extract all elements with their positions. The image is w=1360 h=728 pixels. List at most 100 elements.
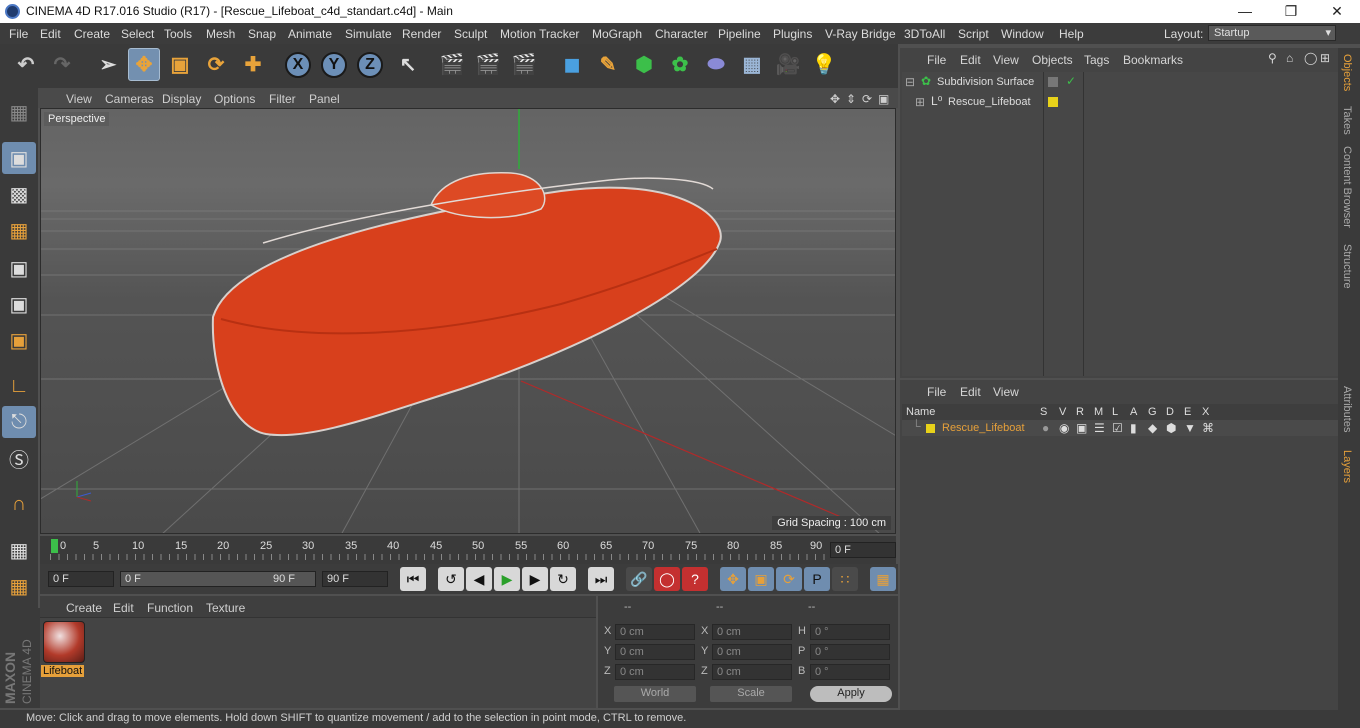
menu-render[interactable]: Render [402, 27, 441, 41]
z-axis-lock-button[interactable]: Z [354, 48, 386, 81]
motion-record-icon[interactable]: 🔗 [626, 567, 652, 591]
object-menu-objects[interactable]: Objects [1032, 53, 1073, 67]
render-clapper-icon[interactable]: ▣ [1076, 421, 1087, 435]
key-point-level-icon[interactable]: ∷ [832, 567, 858, 591]
home-icon[interactable]: ⌂ [1286, 51, 1293, 65]
expression-icon[interactable]: ▼ [1184, 421, 1196, 435]
tab-takes[interactable]: Takes [1341, 106, 1353, 135]
scale-z-field[interactable]: 0 cm [712, 664, 792, 680]
layer-color-swatch[interactable] [1048, 97, 1058, 107]
object-menu-file[interactable]: File [927, 53, 946, 67]
view-eye-icon[interactable]: ◉ [1059, 421, 1069, 435]
edges-mode-icon[interactable]: ▣ [2, 288, 36, 320]
apply-button[interactable]: Apply [810, 686, 892, 702]
scale-y-field[interactable]: 0 cm [712, 644, 792, 660]
menu-snap[interactable]: Snap [248, 27, 276, 41]
rotation-h-field[interactable]: 0 ° [810, 624, 890, 640]
object-menu-bookmarks[interactable]: Bookmarks [1123, 53, 1183, 67]
tweak-mode-icon[interactable]: ⎋ [2, 406, 36, 438]
viewport-menu-filter[interactable]: Filter [269, 92, 296, 106]
goto-start-icon[interactable]: ⏮ [400, 567, 426, 591]
camera-icon[interactable]: 🎥 [772, 48, 804, 81]
position-x-field[interactable]: 0 cm [615, 624, 695, 640]
transform-tool-icon[interactable]: ✚ [237, 48, 269, 81]
3d-viewport[interactable]: Perspective Grid Spacing : 100 cm [40, 108, 896, 534]
search-icon[interactable]: ⚲ [1268, 51, 1277, 65]
position-y-field[interactable]: 0 cm [615, 644, 695, 660]
live-selection-icon[interactable]: ➢ [92, 48, 124, 81]
tab-attributes[interactable]: Attributes [1341, 386, 1353, 432]
scale-x-field[interactable]: 0 cm [712, 624, 792, 640]
render-picture-viewer-icon[interactable]: 🎬 [472, 48, 504, 81]
material-thumbnail[interactable] [43, 621, 85, 663]
tab-content-browser[interactable]: Content Browser [1341, 146, 1353, 228]
x-axis-lock-button[interactable]: X [282, 48, 314, 81]
close-icon[interactable]: ✕ [1314, 0, 1360, 23]
viewport-menu-view[interactable]: View [66, 92, 92, 106]
model-mode-icon[interactable]: ▣ [2, 142, 36, 174]
minimize-icon[interactable]: — [1222, 0, 1268, 23]
deformer-icon[interactable]: ⬢ [1166, 421, 1176, 435]
timeline-ruler[interactable]: 0 5 10 15 20 25 30 35 40 45 50 55 60 65 … [40, 536, 896, 564]
playhead-marker[interactable] [51, 539, 58, 553]
floor-icon[interactable]: ▦ [736, 48, 768, 81]
viewport-menu-cameras[interactable]: Cameras [105, 92, 154, 106]
texture-mode-icon[interactable]: ▩ [2, 178, 36, 210]
menu-motion-tracker[interactable]: Motion Tracker [500, 27, 579, 41]
layer-menu-edit[interactable]: Edit [960, 385, 981, 399]
menu-3dtoall[interactable]: 3DToAll [904, 27, 945, 41]
snapping-icon[interactable]: Ⓢ [2, 442, 36, 474]
subdivision-surface-icon[interactable]: ⬢ [628, 48, 660, 81]
menu-help[interactable]: Help [1059, 27, 1084, 41]
expand-icon[interactable]: ⊞ [915, 95, 925, 109]
view-icon[interactable]: ◯ [1304, 51, 1317, 65]
next-key-icon[interactable]: ↻ [550, 567, 576, 591]
menu-pipeline[interactable]: Pipeline [718, 27, 761, 41]
lock-icon[interactable]: ☑ [1112, 421, 1123, 435]
undo-icon[interactable]: ↶ [10, 48, 42, 81]
xref-icon[interactable]: ⌘ [1202, 421, 1214, 435]
menu-create[interactable]: Create [74, 27, 110, 41]
current-frame-field[interactable]: 0 F [830, 542, 896, 558]
enabled-check-icon[interactable]: ✓ [1066, 74, 1076, 88]
viewport-rotate-icon[interactable]: ⟳ [862, 92, 872, 106]
timeline-window-icon[interactable]: ▦ [870, 567, 896, 591]
make-editable-icon[interactable]: ▦ [2, 96, 36, 128]
manager-icon[interactable]: ☰ [1094, 421, 1105, 435]
material-menu-function[interactable]: Function [147, 601, 193, 615]
frame-range-slider[interactable]: 0 F 90 F [120, 571, 316, 587]
layer-menu-file[interactable]: File [927, 385, 946, 399]
menu-simulate[interactable]: Simulate [345, 27, 392, 41]
end-frame-field[interactable]: 90 F [322, 571, 388, 587]
viewport-zoom-icon[interactable]: ⇕ [846, 92, 856, 106]
start-frame-field[interactable]: 0 F [48, 571, 114, 587]
menu-select[interactable]: Select [121, 27, 154, 41]
layer-color-swatch[interactable] [926, 424, 935, 433]
light-icon[interactable]: 💡 [808, 48, 840, 81]
goto-end-icon[interactable]: ⏭ [588, 567, 614, 591]
cube-primitive-icon[interactable]: ◼ [556, 48, 588, 81]
object-name[interactable]: Rescue_Lifeboat [948, 96, 1031, 108]
autokey-icon[interactable]: ? [682, 567, 708, 591]
menu-animate[interactable]: Animate [288, 27, 332, 41]
layer-row[interactable]: └ Rescue_Lifeboat ● ◉ ▣ ☰ ☑ ▮ ◆ ⬢ ▼ ⌘ [902, 419, 1338, 436]
tab-layers[interactable]: Layers [1341, 450, 1353, 483]
viewport-menu-display[interactable]: Display [162, 92, 201, 106]
material-menu-edit[interactable]: Edit [113, 601, 134, 615]
menu-sculpt[interactable]: Sculpt [454, 27, 487, 41]
coordinate-system-icon[interactable]: ↖ [392, 48, 424, 81]
layer-menu-view[interactable]: View [993, 385, 1019, 399]
deformer-icon[interactable]: ⬬ [700, 48, 732, 81]
workplane-mode-icon[interactable]: ▦ [2, 214, 36, 246]
new-window-icon[interactable]: ⊞ [1320, 51, 1330, 65]
material-menu-create[interactable]: Create [66, 601, 102, 615]
rotation-b-field[interactable]: 0 ° [810, 664, 890, 680]
generator-icon[interactable]: ◆ [1148, 421, 1157, 435]
menu-vray-bridge[interactable]: V-Ray Bridge [825, 27, 896, 41]
viewport-menu-options[interactable]: Options [214, 92, 255, 106]
animation-icon[interactable]: ▮ [1130, 421, 1137, 435]
object-name[interactable]: Subdivision Surface [937, 76, 1034, 88]
object-menu-edit[interactable]: Edit [960, 53, 981, 67]
material-name[interactable]: Lifeboat [41, 665, 85, 677]
planar-workplane-icon[interactable]: ▦ [2, 570, 36, 602]
